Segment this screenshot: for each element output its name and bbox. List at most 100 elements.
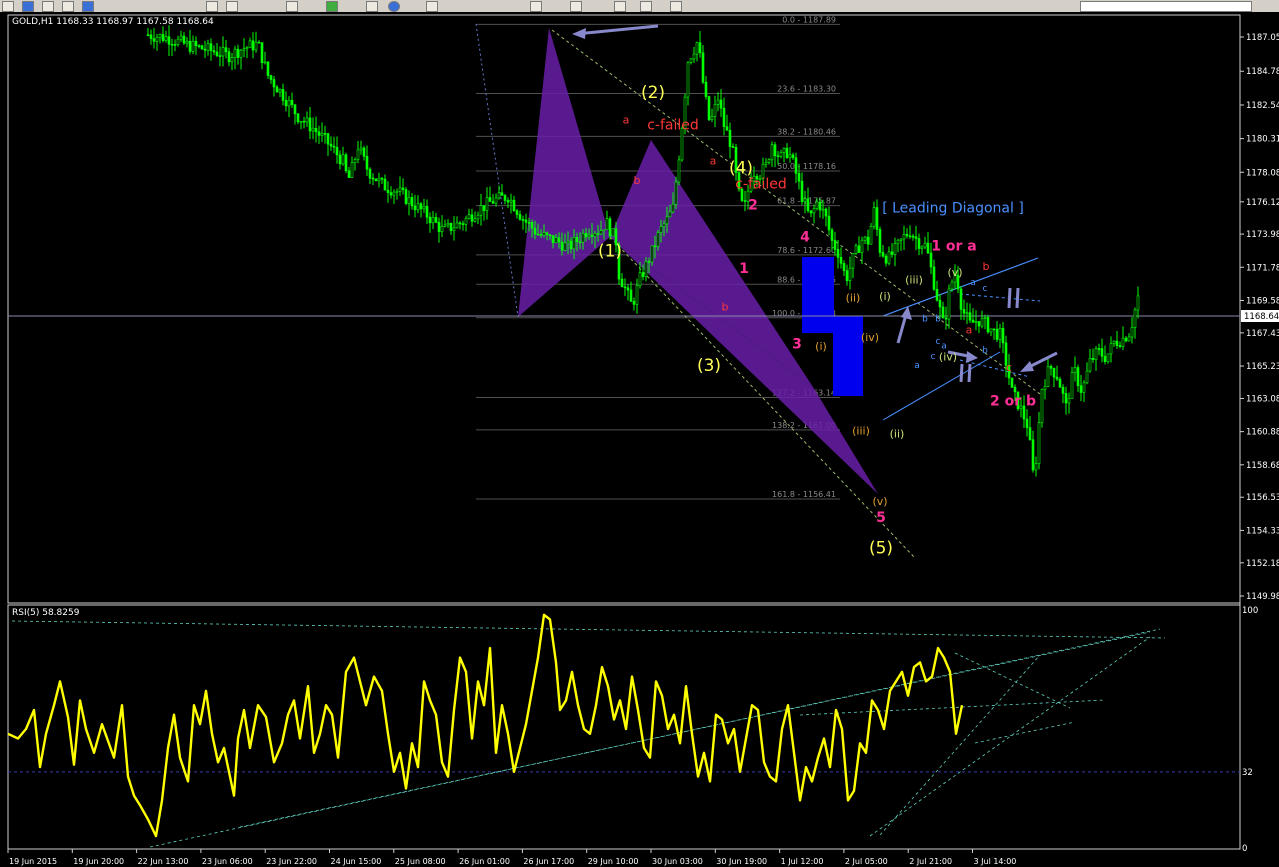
strategy-tester-icon[interactable] [206,1,218,12]
candle-body [572,237,576,250]
candle-body [779,152,783,157]
navigator-icon[interactable] [62,1,74,12]
candle-body [992,328,996,331]
time-tick-label: 2 Jul 21:00 [909,857,952,866]
candle-body [179,35,183,40]
options-icon[interactable] [226,1,238,12]
candle-body [581,233,585,243]
text-tool-icon[interactable] [640,1,652,12]
candle-body [833,240,837,250]
candle-body [719,99,723,109]
candle-body [590,234,594,237]
candle-body [497,192,501,199]
candle-body [1097,348,1101,350]
candle-body [653,245,657,248]
chart-window[interactable]: 0.0 - 1187.89 23.6 - 1183.30 38.2 - 1180.4… [0,12,1279,867]
candle-body [437,221,441,232]
candle-body [662,223,666,227]
wave-label: 4 [800,229,810,245]
candle-body [269,75,273,80]
terminal-icon[interactable] [82,1,94,12]
candle-body [815,201,819,209]
candle-body [1124,337,1128,342]
add-icon[interactable] [326,1,338,12]
candle-body [791,154,795,159]
candle-body [503,195,507,201]
fib-label: 0.0 - 1187.89 [782,15,836,24]
candle-body [323,133,327,135]
profiles-icon[interactable] [22,1,34,12]
candle-body [257,41,261,44]
chart-canvas[interactable]: 0.0 - 1187.89 23.6 - 1183.30 38.2 - 1180.4… [0,12,1279,867]
market-watch-icon[interactable] [42,1,54,12]
candle-body [458,222,462,225]
price-tick-label: 1187.05 [1246,33,1279,43]
candle-body [938,299,942,308]
candle-body [863,236,867,241]
wave-label: (ii) [846,292,861,305]
candle-body [695,42,699,55]
candle-body [293,104,297,115]
fib-label: 23.6 - 1183.30 [777,85,836,94]
candle-body [911,235,915,238]
wave-label: (2) [641,83,665,103]
candle-body [398,187,402,192]
candle-body [251,40,255,51]
candle-body [1001,328,1005,344]
candle-body [248,40,252,48]
price-tick-label: 1171.78 [1246,263,1279,273]
wave-label: (3) [697,356,721,376]
rsi-tick-label: 0 [1242,844,1247,854]
candle-body [338,154,342,165]
new-chart-icon[interactable] [2,1,14,12]
wave-label: (v) [872,495,887,508]
candle-body [1106,353,1110,362]
time-tick-label: 23 Jun 06:00 [202,857,253,866]
candle-body [491,201,495,204]
line-tool-icon[interactable] [530,1,542,12]
candle-body [224,47,228,53]
tile-windows-icon[interactable] [426,1,438,12]
hline-tool-icon[interactable] [570,1,582,12]
candle-body [878,229,882,253]
wave-label: 1 [739,261,749,277]
candle-body [830,229,834,241]
candle-body [1136,295,1140,311]
candle-body [701,52,705,83]
candle-body [731,146,735,148]
candle-body [266,61,270,76]
candle-body [707,96,711,120]
candle-body [416,203,420,211]
candle-body [155,37,159,42]
candle-body [296,113,300,123]
candle-body [1010,377,1014,388]
price-tick-label: 1165.23 [1246,362,1279,372]
fib-tool-icon[interactable] [614,1,626,12]
candle-body [452,227,456,231]
autotrading-icon[interactable] [388,1,400,12]
metaeditor-icon[interactable] [286,1,298,12]
candle-body [341,154,345,165]
candle-body [578,241,582,244]
candle-body [191,40,195,52]
candle-body [1073,367,1077,373]
candle-body [350,162,354,178]
candle-body [470,214,474,222]
candle-body [239,49,243,58]
candle-body [188,40,192,52]
candle-body [185,40,189,44]
chart-shift-icon[interactable] [366,1,378,12]
candle-body [335,146,339,156]
candle-body [434,217,438,223]
candle-body [443,224,447,227]
candle-body [671,203,675,213]
candle-body [869,226,873,245]
candle-body [152,38,156,42]
candle-body [767,159,771,163]
candle-body [932,266,936,290]
candle-body [974,321,978,323]
symbol-search-field[interactable] [1080,1,1252,12]
wave-label: [ Leading Diagonal ] [882,201,1024,217]
arrow-tool-icon[interactable] [670,1,682,12]
candle-body [395,190,399,193]
